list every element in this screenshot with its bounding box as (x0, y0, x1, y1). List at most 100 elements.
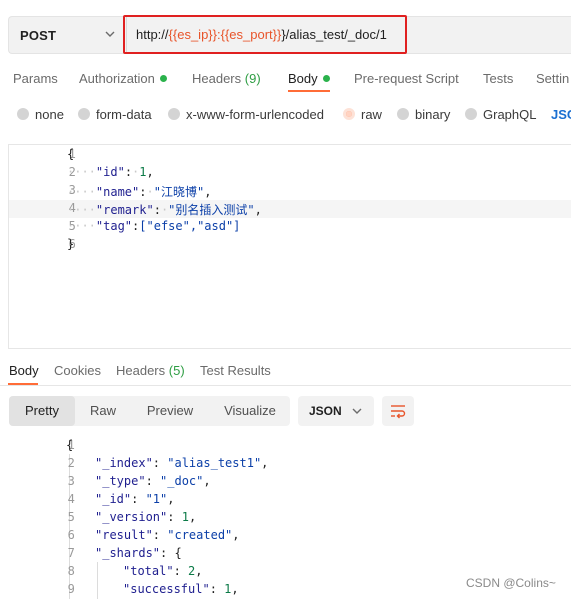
response-tabs: Body Cookies Headers (5) Test Results (0, 360, 571, 388)
radio-circle-icon (465, 108, 477, 120)
request-bar: POST http://{{es_ip}}:{{es_port}}}/alias… (8, 15, 571, 54)
tab-params[interactable]: Params (13, 71, 58, 86)
code-line: 6 } (9, 236, 571, 254)
line-number: 4 (67, 492, 75, 506)
code-text: ····"remark":·"别名插入测试", (67, 203, 262, 217)
tab-label: Cookies (54, 363, 101, 378)
tab-label: Headers (116, 363, 166, 378)
tab-count: (9) (244, 71, 261, 86)
view-preview-button[interactable]: Preview (133, 396, 207, 426)
radio-graphql[interactable]: GraphQL (465, 107, 536, 122)
code-line: 5 ····"tag":["efse","asd"] (9, 218, 571, 236)
code-text: "_id": "1", (95, 492, 175, 506)
tab-pre-request-script[interactable]: Pre-request Script (354, 71, 459, 86)
response-tab-body[interactable]: Body (9, 363, 39, 378)
tab-authorization[interactable]: Authorization (79, 71, 167, 86)
status-dot (322, 75, 330, 82)
tab-headers[interactable]: Headers (9) (192, 71, 261, 86)
tab-label: Params (13, 71, 58, 86)
line-number: 5 (67, 510, 75, 524)
radio-selected-icon (343, 108, 355, 120)
tab-label: Tests (483, 71, 514, 86)
code-text: "_shards": { (95, 546, 182, 560)
method-label: POST (20, 28, 57, 43)
radio-form-data[interactable]: form-data (78, 107, 152, 122)
radio-circle-icon (78, 108, 90, 120)
response-body-viewer[interactable]: 1 { 2 "_index": "alias_test1", 3 "_type"… (8, 436, 571, 599)
watermark: CSDN @Colins~ (466, 576, 556, 590)
tab-settings[interactable]: Settin (536, 71, 569, 86)
url-highlight-box (123, 15, 407, 54)
line-number: 2 (67, 456, 75, 470)
request-body-editor[interactable]: 1 { 2 ····"id":·1, 3 ····"name":·"江晓博", … (8, 144, 571, 349)
active-tab-indicator (288, 90, 330, 92)
divider (0, 385, 571, 386)
code-text: "result": "created", (95, 528, 240, 542)
code-text: { (66, 438, 74, 452)
code-text: "total": 2, (123, 564, 203, 578)
tab-label: Body (288, 71, 318, 86)
radio-none[interactable]: none (17, 107, 64, 122)
line-number: 7 (67, 546, 75, 560)
view-raw-button[interactable]: Raw (75, 396, 131, 426)
code-text: "_version": 1, (95, 510, 197, 524)
chevron-down-icon (105, 31, 115, 37)
response-format-select[interactable]: JSON (298, 396, 374, 426)
code-text: "successful": 1, (123, 582, 239, 596)
method-select[interactable]: POST (8, 16, 126, 54)
raw-format-dropdown[interactable]: JSC (551, 107, 571, 122)
code-line: 4 "_id": "1", (8, 491, 570, 509)
line-number: 3 (67, 474, 75, 488)
radio-raw[interactable]: raw (343, 107, 382, 122)
view-mode-group: Pretty Raw Preview Visualize (9, 396, 290, 426)
code-line: 7 "_shards": { (8, 545, 570, 563)
radio-circle-icon (17, 108, 29, 120)
radio-label: none (35, 107, 64, 122)
radio-label: raw (361, 107, 382, 122)
radio-x-www-form-urlencoded[interactable]: x-www-form-urlencoded (168, 107, 324, 122)
line-number: 9 (67, 582, 75, 596)
wrap-lines-button[interactable] (382, 396, 414, 426)
code-line: 6 "result": "created", (8, 527, 570, 545)
line-number: 8 (67, 564, 75, 578)
chevron-down-icon (352, 408, 362, 414)
response-tab-headers[interactable]: Headers (5) (116, 363, 185, 378)
code-line: 5 "_version": 1, (8, 509, 570, 527)
code-line: 4 ····"remark":·"别名插入测试", (9, 200, 571, 218)
tab-label: Settin (536, 71, 570, 86)
body-type-options: none form-data x-www-form-urlencoded raw… (0, 104, 571, 126)
request-tabs: Params Authorization Headers (9) Body Pr… (0, 64, 571, 92)
radio-label: binary (415, 107, 451, 122)
radio-binary[interactable]: binary (397, 107, 450, 122)
code-text: ····"name":·"江晓博", (67, 185, 212, 199)
tab-label: Authorization (79, 71, 155, 86)
code-line: 1 { (8, 437, 570, 455)
code-text: ····"tag":["efse","asd"] (67, 219, 241, 233)
tab-label: Body (9, 363, 39, 378)
radio-circle-icon (397, 108, 409, 120)
code-text: "_index": "alias_test1", (95, 456, 269, 470)
tab-label: Pre-request Script (354, 71, 459, 86)
response-tab-test-results[interactable]: Test Results (200, 363, 271, 378)
code-line: 3 ····"name":·"江晓博", (9, 182, 571, 200)
code-text: ····"id":·1, (67, 165, 154, 179)
view-pretty-button[interactable]: Pretty (9, 396, 75, 426)
radio-label: x-www-form-urlencoded (186, 107, 324, 122)
radio-label: GraphQL (483, 107, 537, 122)
tab-count: (5) (168, 363, 185, 378)
tab-body[interactable]: Body (288, 71, 330, 86)
tab-label: Test Results (200, 363, 271, 378)
line-number: 6 (67, 528, 75, 542)
code-text: "_type": "_doc", (95, 474, 211, 488)
raw-format-label: JSC (551, 107, 571, 122)
response-tab-cookies[interactable]: Cookies (54, 363, 101, 378)
tab-label: Headers (192, 71, 242, 86)
radio-label: form-data (96, 107, 152, 122)
code-text: } (67, 237, 75, 251)
tab-tests[interactable]: Tests (483, 71, 513, 86)
code-line: 3 "_type": "_doc", (8, 473, 570, 491)
status-dot (159, 75, 167, 82)
view-visualize-button[interactable]: Visualize (210, 396, 290, 426)
code-line: 2 ····"id":·1, (9, 164, 571, 182)
wrap-lines-icon (391, 405, 406, 419)
